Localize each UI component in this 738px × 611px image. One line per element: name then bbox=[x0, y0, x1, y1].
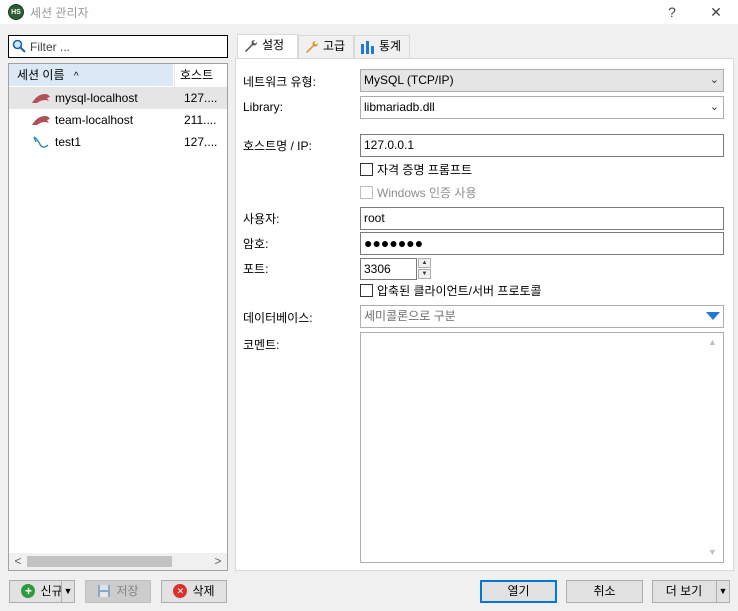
compressed-protocol-checkbox[interactable] bbox=[360, 284, 373, 298]
databases-input[interactable]: 세미콜론으로 구분 bbox=[360, 305, 724, 328]
session-host: 127.... bbox=[184, 135, 218, 149]
windows-auth-checkbox-row[interactable]: Windows 인증 사용 bbox=[360, 184, 477, 200]
window-title: 세션 관리자 bbox=[30, 6, 89, 20]
windows-auth-label: Windows 인증 사용 bbox=[377, 185, 477, 200]
delete-button[interactable]: ✕ 삭제 bbox=[161, 580, 227, 603]
scroll-left-button[interactable]: < bbox=[11, 554, 25, 569]
library-select[interactable]: libmariadb.dll ⌄ bbox=[360, 96, 724, 119]
session-row-test1[interactable]: test1 127.... bbox=[9, 131, 227, 153]
title-bar: HS 세션 관리자 ? ✕ bbox=[0, 0, 738, 24]
filter-box[interactable] bbox=[8, 35, 228, 58]
mysql-dolphin-icon bbox=[32, 116, 50, 125]
session-list: 세션 이름 ^ 호스트 mysql-localhost 127.... team… bbox=[8, 63, 228, 571]
tab-settings[interactable]: 설정 bbox=[237, 34, 298, 59]
cancel-button[interactable]: 취소 bbox=[566, 580, 643, 603]
credential-prompt-label: 자격 증명 프롬프트 bbox=[377, 162, 472, 177]
session-host: 211.... bbox=[184, 113, 217, 127]
port-increment-button[interactable]: ▲ bbox=[418, 258, 431, 268]
tab-label: 통계 bbox=[379, 39, 402, 53]
vertical-scrollbar[interactable]: ▲ ▼ bbox=[706, 333, 723, 562]
windows-auth-checkbox[interactable] bbox=[360, 186, 373, 200]
port-input[interactable]: 3306 bbox=[360, 258, 417, 280]
session-row-mysql-localhost[interactable]: mysql-localhost 127.... bbox=[9, 87, 227, 109]
network-type-value: MySQL (TCP/IP) bbox=[364, 73, 454, 87]
column-header-name[interactable]: 세션 이름 ^ bbox=[9, 64, 173, 86]
plus-icon: + bbox=[21, 583, 36, 598]
column-name-label: 세션 이름 bbox=[17, 68, 65, 82]
network-type-label: 네트워크 유형: bbox=[243, 75, 316, 89]
scroll-right-button[interactable]: > bbox=[211, 554, 225, 569]
help-button[interactable]: ? bbox=[662, 3, 682, 21]
chevron-down-icon: ⌄ bbox=[709, 101, 719, 113]
comment-textarea[interactable]: ▲ ▼ bbox=[360, 332, 724, 563]
session-row-team-localhost[interactable]: team-localhost 211.... bbox=[9, 109, 227, 131]
credential-prompt-checkbox[interactable] bbox=[360, 163, 373, 177]
hostname-label: 호스트명 / IP: bbox=[243, 139, 312, 153]
wrench-orange-icon bbox=[306, 40, 318, 53]
compressed-protocol-checkbox-row[interactable]: 압축된 클라이언트/서버 프로토콜 bbox=[360, 282, 542, 298]
user-label: 사용자: bbox=[243, 212, 280, 226]
port-decrement-button[interactable]: ▼ bbox=[418, 269, 431, 279]
chevron-down-icon[interactable]: ▼ bbox=[716, 581, 729, 602]
credential-prompt-checkbox-row[interactable]: 자격 증명 프롬프트 bbox=[360, 161, 472, 177]
databases-label: 데이터베이스: bbox=[243, 311, 313, 325]
dropdown-arrow-icon[interactable] bbox=[706, 312, 720, 321]
save-button[interactable]: 저장 bbox=[85, 580, 151, 603]
scroll-down-icon[interactable]: ▼ bbox=[708, 547, 717, 557]
password-label: 암호: bbox=[243, 237, 269, 251]
close-button[interactable]: ✕ bbox=[706, 3, 726, 21]
hostname-input[interactable]: 127.0.0.1 bbox=[360, 134, 724, 157]
library-label: Library: bbox=[243, 100, 284, 114]
search-icon bbox=[12, 39, 26, 53]
filter-input[interactable] bbox=[30, 38, 220, 55]
password-input[interactable]: ●●●●●●● bbox=[360, 232, 724, 255]
more-label: 더 보기 bbox=[665, 584, 703, 598]
session-name: test1 bbox=[55, 135, 82, 149]
session-name: team-localhost bbox=[55, 113, 134, 127]
session-host: 127.... bbox=[184, 91, 218, 105]
chevron-down-icon: ⌄ bbox=[709, 74, 719, 86]
compressed-protocol-label: 압축된 클라이언트/서버 프로토콜 bbox=[377, 283, 542, 298]
open-button[interactable]: 열기 bbox=[480, 580, 557, 603]
comment-label: 코멘트: bbox=[243, 338, 280, 352]
tab-advanced[interactable]: 고급 bbox=[298, 35, 354, 58]
chevron-down-icon[interactable]: ▼ bbox=[61, 581, 74, 602]
delete-icon: ✕ bbox=[173, 583, 188, 598]
databases-placeholder: 세미콜론으로 구분 bbox=[364, 309, 456, 323]
library-value: libmariadb.dll bbox=[364, 100, 435, 114]
app-icon: HS bbox=[8, 4, 24, 20]
horizontal-scrollbar[interactable]: < > bbox=[9, 553, 227, 570]
generic-db-icon bbox=[33, 136, 49, 148]
tab-label: 고급 bbox=[323, 39, 346, 53]
list-header: 세션 이름 ^ 호스트 bbox=[9, 64, 227, 86]
save-disk-icon bbox=[98, 584, 111, 597]
save-label: 저장 bbox=[116, 584, 139, 598]
session-name: mysql-localhost bbox=[55, 91, 138, 105]
user-input[interactable]: root bbox=[360, 207, 724, 230]
column-header-host[interactable]: 호스트 bbox=[174, 64, 227, 86]
sort-ascending-icon: ^ bbox=[73, 71, 79, 82]
more-button[interactable]: 더 보기 ▼ bbox=[652, 580, 730, 603]
wrench-icon bbox=[245, 39, 257, 52]
delete-label: 삭제 bbox=[192, 584, 215, 598]
mysql-dolphin-icon bbox=[32, 94, 50, 103]
network-type-select[interactable]: MySQL (TCP/IP) ⌄ bbox=[360, 69, 724, 92]
new-session-button[interactable]: + 신규 ▼ bbox=[9, 580, 75, 603]
tab-label: 설정 bbox=[262, 38, 285, 52]
scroll-up-icon[interactable]: ▲ bbox=[708, 337, 717, 347]
new-label: 신규 bbox=[40, 584, 63, 598]
port-label: 포트: bbox=[243, 262, 269, 276]
scroll-thumb[interactable] bbox=[27, 556, 172, 567]
tab-statistics[interactable]: 통계 bbox=[354, 35, 410, 58]
bar-chart-icon bbox=[361, 40, 374, 54]
